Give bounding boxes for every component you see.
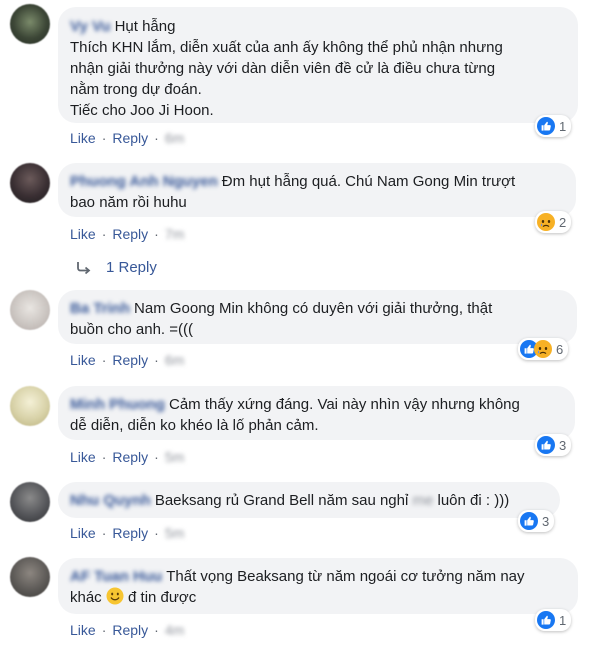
separator: · [154, 226, 159, 242]
separator: · [101, 226, 107, 242]
reaction-summary[interactable]: 3 [518, 510, 555, 532]
like-link[interactable]: Like [70, 352, 96, 368]
comment-author[interactable]: Minh Phuong [70, 396, 165, 413]
comment-actions: Like · Reply · 6m [70, 352, 190, 368]
like-link[interactable]: Like [70, 130, 96, 146]
reaction-count: 3 [559, 437, 567, 453]
comment-author[interactable]: AF Tuan Huu [70, 568, 162, 585]
like-link[interactable]: Like [70, 226, 96, 242]
comment-text-line: Hụt hẫng [114, 18, 176, 35]
like-link[interactable]: Like [70, 622, 96, 638]
reaction-count: 1 [559, 612, 567, 628]
timestamp[interactable]: 4m [165, 622, 184, 638]
reaction-count: 1 [559, 118, 567, 134]
comment-text: luôn đi : ))) [437, 492, 510, 509]
like-icon [537, 117, 555, 135]
timestamp[interactable]: 5m [165, 525, 184, 541]
separator: · [101, 352, 107, 368]
timestamp[interactable]: 6m [165, 352, 184, 368]
like-link[interactable]: Like [70, 449, 96, 465]
comment-bubble: Phuong Anh Nguyen Đm hụt hẫng quá. Chú Na… [58, 163, 576, 217]
comment-actions: Like · Reply · 5m [70, 525, 190, 541]
reaction-count: 3 [542, 513, 550, 529]
separator: · [101, 622, 107, 638]
separator: · [154, 622, 159, 638]
comment-author[interactable]: Vy Vu [70, 18, 111, 35]
separator: · [154, 130, 159, 146]
reaction-summary[interactable]: 3 [535, 434, 572, 456]
comment-text-line: Cảm thấy xứng đáng. Vai này nhìn vậy như… [168, 396, 520, 413]
like-link[interactable]: Like [70, 525, 96, 541]
reply-link[interactable]: Reply [112, 352, 148, 368]
timestamp[interactable]: 5m [165, 449, 184, 465]
comment-bubble: Nhu Quynh Baeksang rủ Grand Bell năm sau … [58, 482, 560, 518]
comment-text: Baeksang rủ Grand Bell năm sau nghỉ [154, 492, 409, 509]
comment-text-line: Thích KHN lắm, diễn xuất của anh ấy khôn… [70, 39, 503, 56]
reply-link[interactable]: Reply [112, 525, 148, 541]
reply-link[interactable]: Reply [112, 622, 148, 638]
like-icon [520, 512, 538, 530]
reply-arrow-icon [77, 261, 91, 274]
comment-actions: Like · Reply · 6m [70, 130, 190, 146]
avatar[interactable] [10, 386, 50, 426]
replies-count-label: 1 Reply [106, 259, 157, 276]
sad-icon [534, 340, 552, 358]
avatar[interactable] [10, 290, 50, 330]
comment-bubble: AF Tuan Huu Thất vọng Beaksang từ năm ngo… [58, 558, 578, 614]
comment-text-line: Thất vọng Beaksang từ năm ngoái cơ tưởng… [166, 568, 525, 585]
comment-text-line: bao năm rồi huhu [70, 194, 187, 211]
avatar[interactable] [10, 163, 50, 203]
separator: · [101, 130, 107, 146]
comment-text-line: buồn cho anh. =((( [70, 321, 193, 338]
reply-link[interactable]: Reply [112, 130, 148, 146]
comment-text: khác [70, 589, 102, 606]
comment-text-line: Đm hụt hẫng quá. Chú Nam Gong Min trượt [221, 173, 516, 190]
sad-icon [537, 213, 555, 231]
comment-text-line: dễ diễn, diễn ko khéo là lố phản cảm. [70, 417, 319, 434]
comment-actions: Like · Reply · 7m [70, 226, 190, 242]
comment-author[interactable]: Phuong Anh Nguyen [70, 173, 218, 190]
comment-text-line: Tiếc cho Joo Ji Hoon. [70, 102, 214, 119]
reaction-summary[interactable]: 6 [518, 338, 569, 360]
timestamp[interactable]: 7m [165, 226, 184, 242]
reaction-count: 2 [559, 214, 567, 230]
avatar[interactable] [10, 482, 50, 522]
comment-actions: Like · Reply · 5m [70, 449, 190, 465]
like-icon [537, 436, 555, 454]
avatar[interactable] [10, 557, 50, 597]
separator: · [154, 449, 159, 465]
reaction-summary[interactable]: 1 [535, 609, 572, 631]
separator: · [101, 449, 107, 465]
separator: · [154, 352, 159, 368]
reaction-summary[interactable]: 2 [535, 211, 572, 233]
timestamp[interactable]: 6m [165, 130, 184, 146]
like-icon [537, 611, 555, 629]
comment-bubble: Vy Vu Hụt hẫng Thích KHN lắm, diễn xuất c… [58, 7, 578, 123]
view-replies-link[interactable]: 1 Reply [76, 259, 157, 276]
comment-bubble: Minh Phuong Cảm thấy xứng đáng. Vai này n… [58, 386, 575, 440]
comment-text-line: Nam Goong Min không có duyên với giải th… [134, 300, 493, 317]
obscured-text: me [412, 492, 434, 509]
comment-bubble: Ba Trinh Nam Goong Min không có duyên với… [58, 290, 577, 344]
comment-actions: Like · Reply · 4m [70, 622, 190, 638]
reaction-count: 6 [556, 341, 564, 357]
separator: · [154, 525, 159, 541]
comment-text-line: nằm trong dự đoán. [70, 81, 202, 98]
comment-text-line: nhận giải thưởng này với dàn diễn viên đ… [70, 60, 496, 77]
reply-link[interactable]: Reply [112, 449, 148, 465]
comment-text: đ tin được [128, 589, 197, 606]
separator: · [101, 525, 107, 541]
reply-link[interactable]: Reply [112, 226, 148, 242]
reaction-summary[interactable]: 1 [535, 115, 572, 137]
avatar[interactable] [10, 4, 50, 44]
comment-author[interactable]: Nhu Quynh [70, 492, 151, 509]
smile-emoji-icon [106, 587, 124, 605]
comment-author[interactable]: Ba Trinh [70, 300, 130, 317]
